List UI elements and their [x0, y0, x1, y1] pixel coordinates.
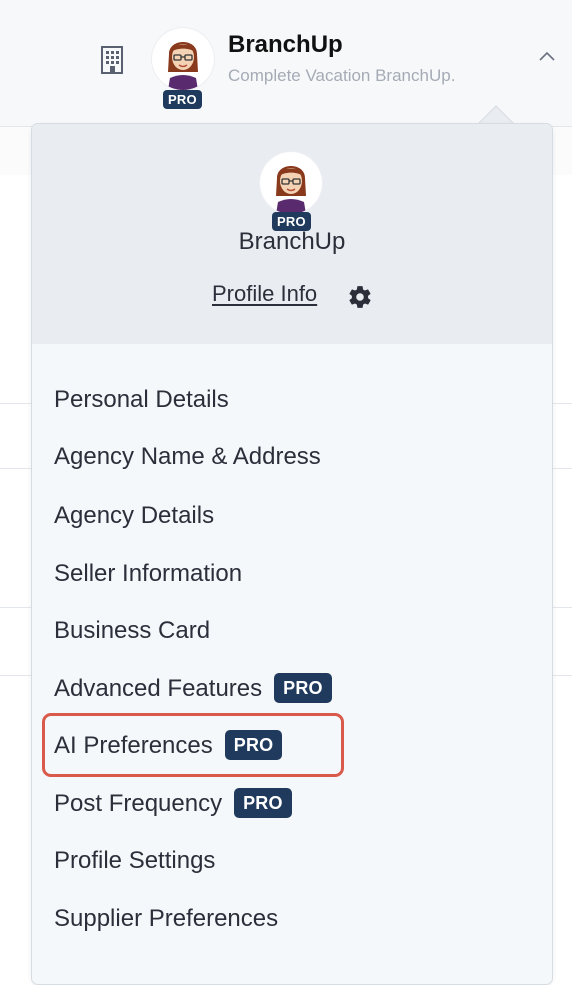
- menu-item-label: Profile Settings: [54, 847, 216, 874]
- menu-item-profile-settings[interactable]: Profile Settings: [54, 841, 215, 881]
- menu-item-label: Advanced Features: [54, 675, 263, 702]
- menu-item-supplier-preferences[interactable]: Supplier Preferences: [54, 899, 278, 939]
- dropdown-name: BranchUp: [238, 228, 346, 255]
- menu-item-label: Agency Name & Address: [54, 443, 321, 470]
- menu-item-advanced-features[interactable]: Advanced Features PRO: [54, 669, 332, 709]
- dropdown-header: PRO BranchUp Profile Info: [32, 124, 552, 344]
- chevron-up-icon[interactable]: [538, 50, 556, 62]
- menu-item-seller-information[interactable]: Seller Information: [54, 554, 242, 594]
- menu-item-label: Supplier Preferences: [54, 905, 279, 932]
- gear-icon[interactable]: [347, 284, 373, 310]
- menu-item-label: Personal Details: [54, 386, 229, 413]
- pro-badge: PRO: [274, 672, 332, 703]
- menu-item-label: Agency Details: [54, 502, 215, 529]
- brand-name[interactable]: BranchUp: [228, 31, 343, 59]
- menu-item-agency-name-address[interactable]: Agency Name & Address: [54, 437, 321, 477]
- profile-dropdown: PRO BranchUp Profile Info Personal Detai…: [31, 123, 553, 985]
- pro-badge: PRO: [163, 90, 202, 109]
- menu-item-agency-details[interactable]: Agency Details: [54, 496, 214, 536]
- brand-subtitle: Complete Vacation BranchUp.: [228, 66, 456, 85]
- divider: [552, 675, 572, 676]
- menu-item-business-card[interactable]: Business Card: [54, 611, 210, 651]
- menu-item-post-frequency[interactable]: Post Frequency PRO: [54, 784, 292, 824]
- dropdown-caret: [478, 105, 514, 124]
- profile-info-link[interactable]: Profile Info: [212, 281, 317, 307]
- highlight-box: [42, 713, 344, 777]
- menu-item-label: Seller Information: [54, 560, 243, 587]
- menu-item-label: Post Frequency: [54, 790, 223, 817]
- building-icon[interactable]: [100, 46, 124, 74]
- avatar[interactable]: [152, 28, 214, 90]
- divider: [552, 468, 572, 469]
- divider: [552, 607, 572, 608]
- avatar: [260, 152, 322, 214]
- menu-item-label: Business Card: [54, 617, 211, 644]
- menu-item-personal-details[interactable]: Personal Details: [54, 380, 229, 420]
- divider: [552, 403, 572, 404]
- pro-badge: PRO: [234, 787, 292, 818]
